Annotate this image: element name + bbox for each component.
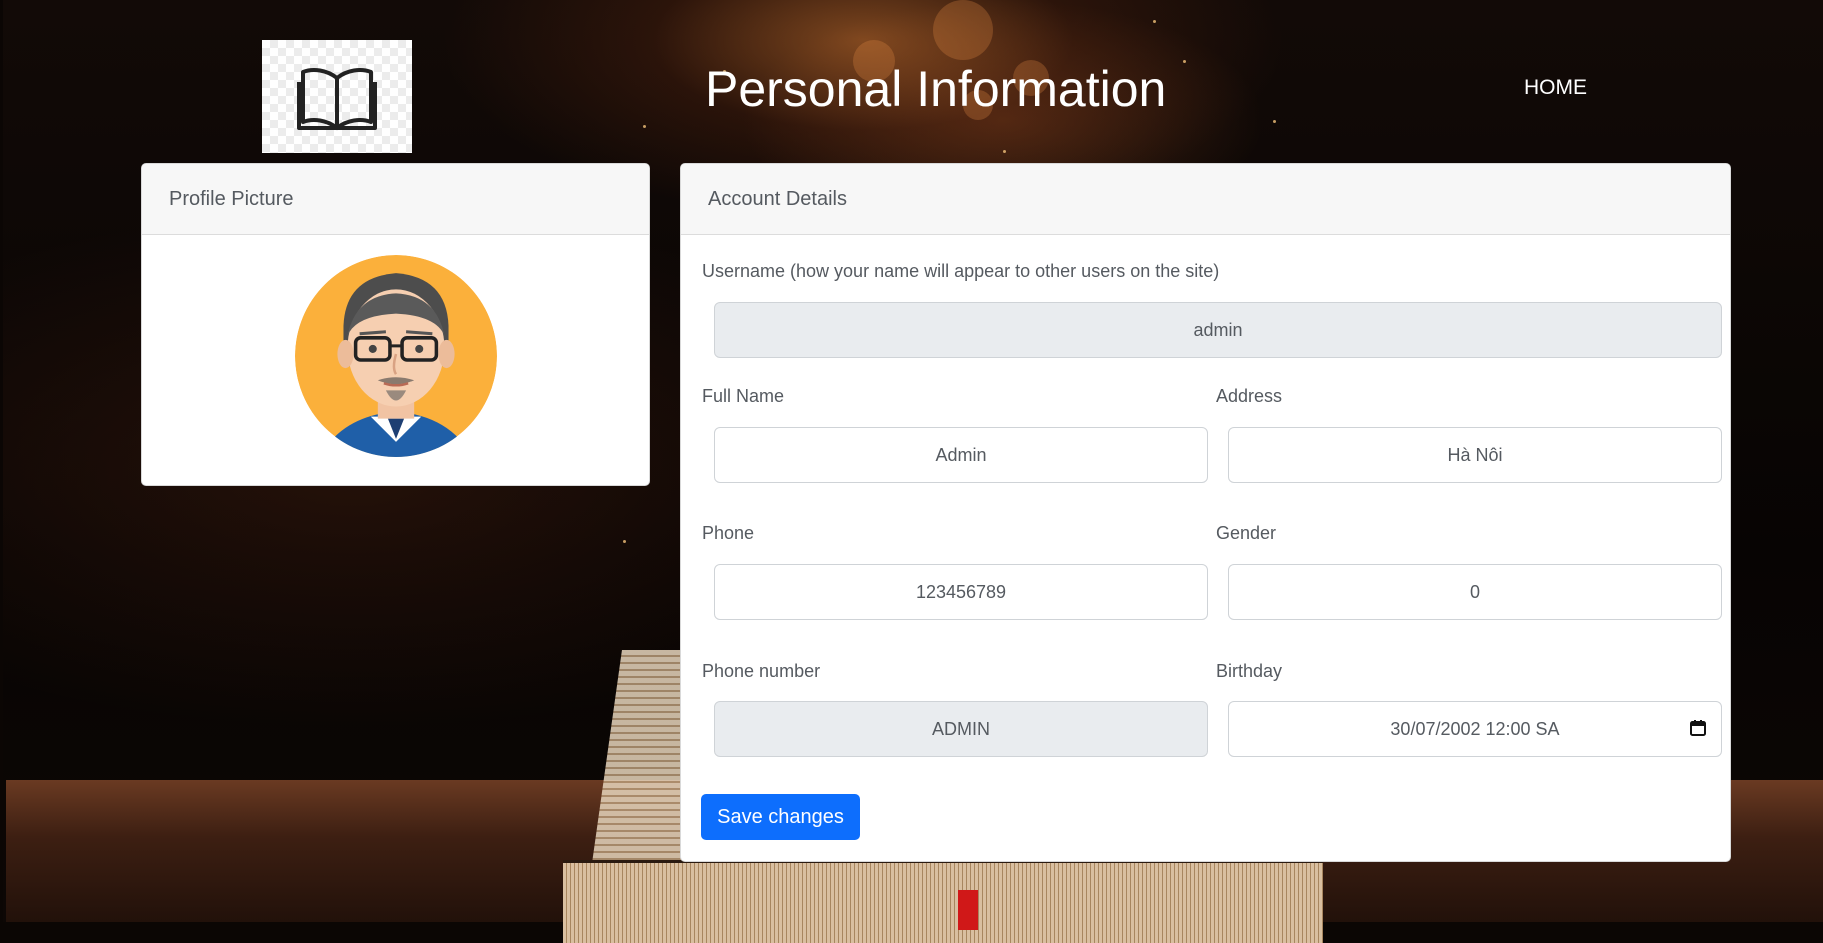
profile-card-title: Profile Picture xyxy=(142,164,649,235)
birthday-input[interactable]: 30/07/2002 12:00 SA xyxy=(1228,701,1722,757)
calendar-icon[interactable] xyxy=(1689,719,1707,737)
address-input[interactable] xyxy=(1228,427,1722,483)
site-logo[interactable] xyxy=(262,40,412,153)
username-label: Username (how your name will appear to o… xyxy=(702,261,1220,281)
save-changes-button[interactable]: Save changes xyxy=(701,794,860,840)
gender-input[interactable] xyxy=(1228,564,1722,620)
profile-picture-card: Profile Picture xyxy=(141,163,650,486)
address-label: Address xyxy=(1216,386,1283,406)
phone-input[interactable] xyxy=(714,564,1208,620)
page-title: Personal Information xyxy=(705,61,1167,117)
birthday-value: 30/07/2002 12:00 SA xyxy=(1390,719,1560,739)
phone-number-label: Phone number xyxy=(702,661,821,681)
account-details-card: Account Details Username (how your name … xyxy=(680,163,1731,862)
full-name-label: Full Name xyxy=(702,386,785,406)
username-input[interactable] xyxy=(714,302,1722,358)
phone-number-input[interactable] xyxy=(714,701,1208,757)
phone-label: Phone xyxy=(702,523,755,543)
birthday-label: Birthday xyxy=(1216,661,1283,681)
gender-label: Gender xyxy=(1216,523,1277,543)
home-link[interactable]: HOME xyxy=(1524,76,1587,100)
account-card-title: Account Details xyxy=(681,164,1730,235)
full-name-input[interactable] xyxy=(714,427,1208,483)
avatar-icon[interactable] xyxy=(294,255,497,457)
open-book-icon xyxy=(297,67,377,130)
